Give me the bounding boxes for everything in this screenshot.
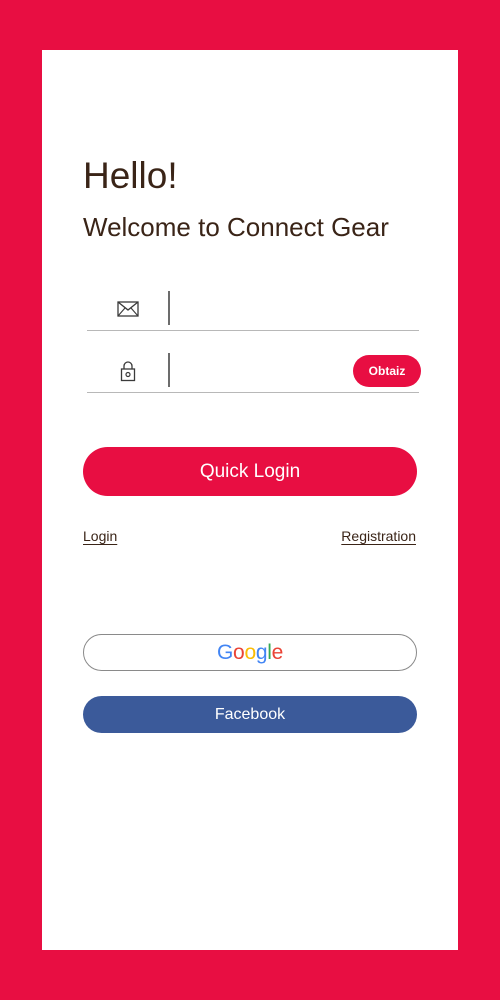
email-input[interactable] bbox=[179, 294, 354, 324]
quick-login-button[interactable]: Quick Login bbox=[83, 447, 417, 496]
page-title: Hello! bbox=[83, 155, 178, 196]
google-logo-letter: G bbox=[217, 640, 234, 664]
email-field-divider bbox=[168, 291, 170, 325]
facebook-login-button[interactable]: Facebook bbox=[83, 696, 417, 733]
google-logo-letter: o bbox=[244, 640, 256, 664]
lock-icon bbox=[117, 360, 139, 382]
email-field bbox=[87, 288, 419, 331]
envelope-icon bbox=[117, 298, 139, 320]
password-input[interactable] bbox=[179, 356, 354, 386]
google-login-button[interactable]: Google bbox=[83, 634, 417, 671]
obtain-code-button[interactable]: Obtaiz bbox=[353, 355, 421, 387]
google-logo-letter: e bbox=[271, 640, 284, 664]
google-logo-letter: g bbox=[255, 640, 268, 664]
page-subtitle: Welcome to Connect Gear bbox=[83, 212, 389, 242]
registration-link[interactable]: Registration bbox=[341, 527, 416, 545]
password-field-divider bbox=[168, 353, 170, 387]
google-logo-letter: o bbox=[233, 640, 245, 664]
login-link[interactable]: Login bbox=[83, 527, 117, 545]
login-card: Hello! Welcome to Connect Gear Obtaiz Qu… bbox=[42, 50, 458, 950]
